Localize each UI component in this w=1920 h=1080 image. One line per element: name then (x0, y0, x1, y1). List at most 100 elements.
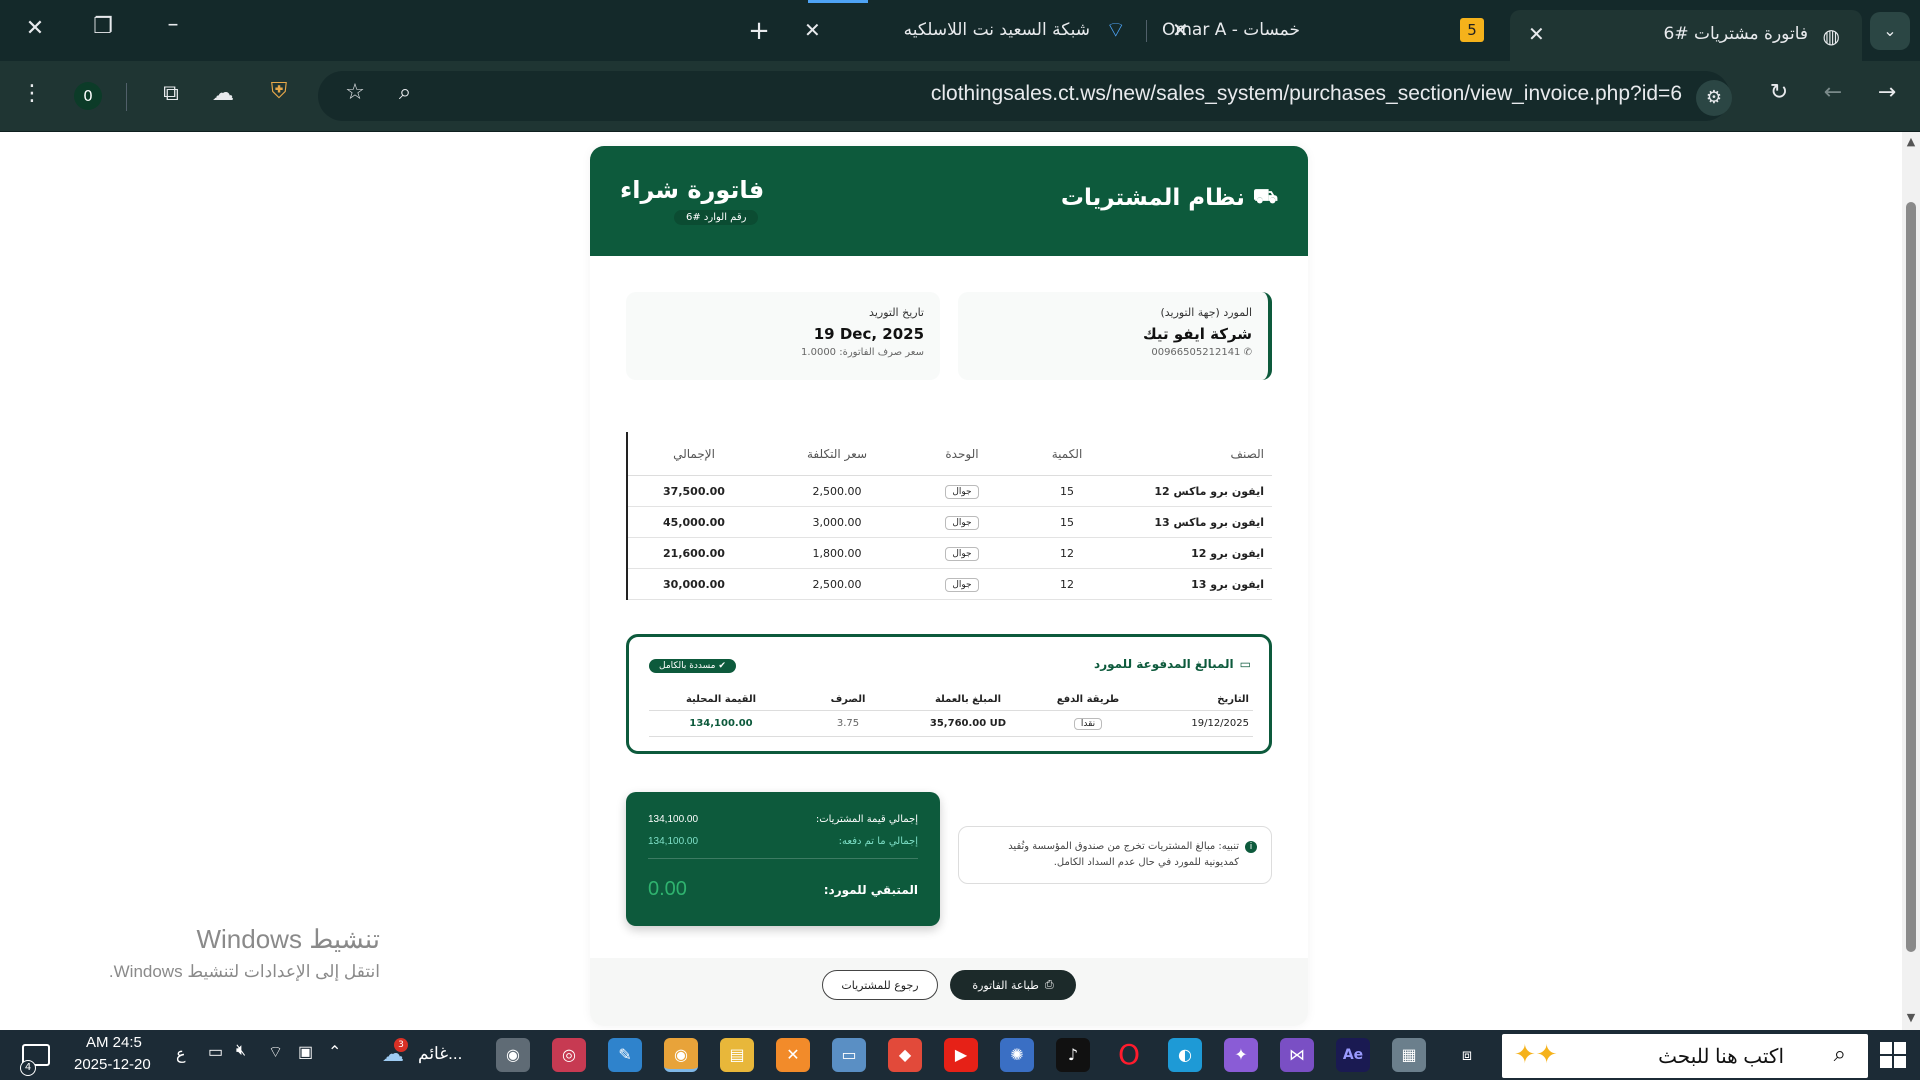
payments-title: ▭ المبالغ المدفوعة للمورد (1094, 657, 1251, 671)
item-name: ايفون برو ماكس 13 (1154, 515, 1264, 529)
item-total: 21,600.00 (663, 546, 725, 560)
search-placeholder: اكتب هنا للبحث (1658, 1046, 1784, 1068)
window-close-button[interactable]: ✕ (18, 18, 52, 40)
paint-app-icon[interactable]: ✎ (608, 1038, 642, 1072)
unit-chip: جوال (945, 484, 979, 499)
after-effects-icon[interactable]: Ae (1336, 1038, 1370, 1072)
visual-studio-icon[interactable]: ⋈ (1280, 1038, 1314, 1072)
tab-khamsat[interactable]: 5 خمسات - Omar A ✕ (1160, 8, 1500, 52)
zoom-icon[interactable]: ⌕ (390, 82, 420, 104)
tab-invoice[interactable]: ◍ فاتورة مشتريات #6 ✕ (1510, 10, 1862, 61)
close-icon[interactable]: ✕ (1172, 18, 1189, 42)
item-qty: 12 (1060, 577, 1074, 591)
tiktok-app-icon[interactable]: ♪ (1056, 1038, 1090, 1072)
opera-app-icon[interactable]: O (1112, 1038, 1146, 1072)
chevron-up-icon[interactable]: ⌃ (328, 1042, 341, 1062)
bookmark-star-icon[interactable]: ☆ (340, 82, 370, 104)
actions-bar: ⎙ طباعة الفاتورة رجوع للمشتريات (590, 958, 1308, 1026)
back-to-purchases-button[interactable]: رجوع للمشتريات (822, 970, 938, 1000)
file-explorer-icon[interactable]: ▤ (720, 1038, 754, 1072)
payment-date: 19/12/2025 (1191, 718, 1249, 729)
payments-box: ▭ المبالغ المدفوعة للمورد ✔ مسددة بالكام… (626, 634, 1272, 754)
item-unit: جوال (912, 546, 1012, 561)
back-icon[interactable]: ← (1818, 82, 1848, 104)
payment-rate: 3.75 (836, 718, 860, 729)
item-name: ايفون برو 12 (1191, 546, 1264, 560)
scroll-down-icon[interactable]: ▼ (1905, 1012, 1917, 1024)
close-icon[interactable]: ✕ (1528, 22, 1545, 46)
menu-icon[interactable]: ⋮ (20, 83, 44, 105)
copilot-app-icon[interactable]: ✦ (1224, 1038, 1258, 1072)
item-name: ايفون برو 13 (1191, 577, 1264, 591)
window-restore-button[interactable]: ❐ (86, 16, 120, 38)
new-tab-button[interactable]: + (744, 18, 774, 44)
network-app-icon[interactable]: ✺ (1000, 1038, 1034, 1072)
tab-loading-indicator (808, 0, 868, 3)
close-icon[interactable]: ✕ (804, 18, 821, 42)
volume-muted-icon[interactable]: 🔇︎ (236, 1042, 246, 1060)
unit-chip: جوال (945, 577, 979, 592)
chrome-profile-app-icon[interactable]: ◉ (496, 1038, 530, 1072)
col-header-cost: سعر التكلفة (807, 446, 867, 461)
wifi-tray-icon[interactable]: ⌔ (268, 1042, 283, 1062)
shield-extension-icon[interactable]: ⛨ (264, 81, 294, 103)
task-view-icon[interactable]: ⧈ (1450, 1038, 1484, 1072)
tab-wifi-network[interactable]: ⌔ شبكة السعيد نت اللاسلكيه ✕ (790, 8, 1140, 52)
chrome-app-icon[interactable]: ◉ (664, 1038, 698, 1072)
reload-icon[interactable]: ↻ (1764, 82, 1794, 104)
edge-app-icon[interactable]: ◐ (1168, 1038, 1202, 1072)
url-text[interactable]: clothingsales.ct.ws/new/sales_system/pur… (931, 82, 1682, 106)
table-row: ايفون برو 13 12 جوال 2,500.00 30,000.00 (628, 569, 1272, 600)
windows-start-icon[interactable] (1880, 1042, 1906, 1068)
window-minimize-button[interactable]: – (156, 14, 190, 36)
profile-icon[interactable]: ☁ (208, 83, 238, 105)
forward-icon[interactable]: → (1872, 82, 1902, 104)
xampp-app-icon[interactable]: ✕ (776, 1038, 810, 1072)
col-header-local: القيمة المحلية (685, 694, 757, 705)
summary-divider (648, 858, 918, 859)
table-row: ايفون برو ماكس 13 15 جوال 3,000.00 45,00… (628, 507, 1272, 538)
payments-title-text: المبالغ المدفوعة للمورد (1094, 657, 1234, 671)
remote-desktop-icon[interactable]: ▭ (832, 1038, 866, 1072)
photo-viewer-icon[interactable]: ▦ (1392, 1038, 1426, 1072)
scroll-up-icon[interactable]: ▲ (1905, 136, 1917, 148)
tab-search-button[interactable]: ⌄ (1870, 12, 1910, 50)
supply-date-box: تاريخ التوريد 19 Dec, 2025 سعر صرف الفات… (626, 292, 940, 380)
system-title-text: نظام المشتريات (1060, 184, 1245, 211)
taskbar-search-box[interactable]: ⌕ اكتب هنا للبحث ✦✦ (1502, 1034, 1868, 1078)
item-qty: 12 (1060, 546, 1074, 560)
tab-title: شبكة السعيد نت اللاسلكيه (903, 20, 1090, 40)
unit-chip: جوال (945, 515, 979, 530)
extension-badge[interactable]: 0 (74, 82, 102, 110)
globe-icon: ◍ (1822, 24, 1840, 48)
item-name: ايفون برو ماكس 12 (1154, 484, 1264, 498)
scrollbar[interactable]: ▲ ▼ (1902, 132, 1920, 1030)
summary-remaining-row: المتبقي للمورد: 0.00 (648, 878, 918, 901)
clock-time[interactable]: AM 24:5 (86, 1034, 142, 1051)
anydesk-app-icon[interactable]: ◆ (888, 1038, 922, 1072)
truck-icon: ⛟ (1252, 184, 1278, 208)
table-row: ايفون برو ماكس 12 15 جوال 2,500.00 37,50… (628, 476, 1272, 507)
youtube-app-icon[interactable]: ▶ (944, 1038, 978, 1072)
battery-icon[interactable]: ▭ (208, 1042, 223, 1062)
input-language[interactable]: ع (176, 1044, 186, 1064)
col-header-amount: المبلغ بالعملة (934, 694, 1002, 705)
site-settings-icon[interactable]: ⚙ (1696, 80, 1732, 116)
wifi-icon: ⌔ (1105, 18, 1126, 43)
weather-text[interactable]: غائم... (418, 1044, 462, 1064)
item-cost: 2,500.00 (812, 484, 862, 498)
scroll-thumb[interactable] (1906, 202, 1916, 952)
page-viewport: ⛟ نظام المشتريات فاتورة شراء رقم الوارد … (0, 132, 1902, 1030)
invoice-header: ⛟ نظام المشتريات فاتورة شراء رقم الوارد … (590, 146, 1308, 256)
summary-total-label: إجمالي قيمة المشتريات: (815, 814, 918, 825)
col-header-item: الصنف (1230, 446, 1264, 461)
windows-activation-title: تنشيط Windows (196, 924, 380, 954)
extensions-icon[interactable]: ⧉ (156, 83, 186, 105)
meet-icon[interactable]: ▣ (298, 1042, 313, 1062)
note-text: تنبيه: مبالغ المشتريات تخرج من صندوق الم… (1008, 841, 1239, 868)
print-button[interactable]: ⎙ طباعة الفاتورة (950, 970, 1076, 1000)
supply-date-label: تاريخ التوريد (869, 306, 924, 319)
payments-header-row: التاريخ طريقة الدفع المبلغ بالعملة الصرف… (649, 689, 1253, 711)
opera-gx-app-icon[interactable]: ◎ (552, 1038, 586, 1072)
clock-date[interactable]: 2025-12-20 (74, 1056, 151, 1073)
